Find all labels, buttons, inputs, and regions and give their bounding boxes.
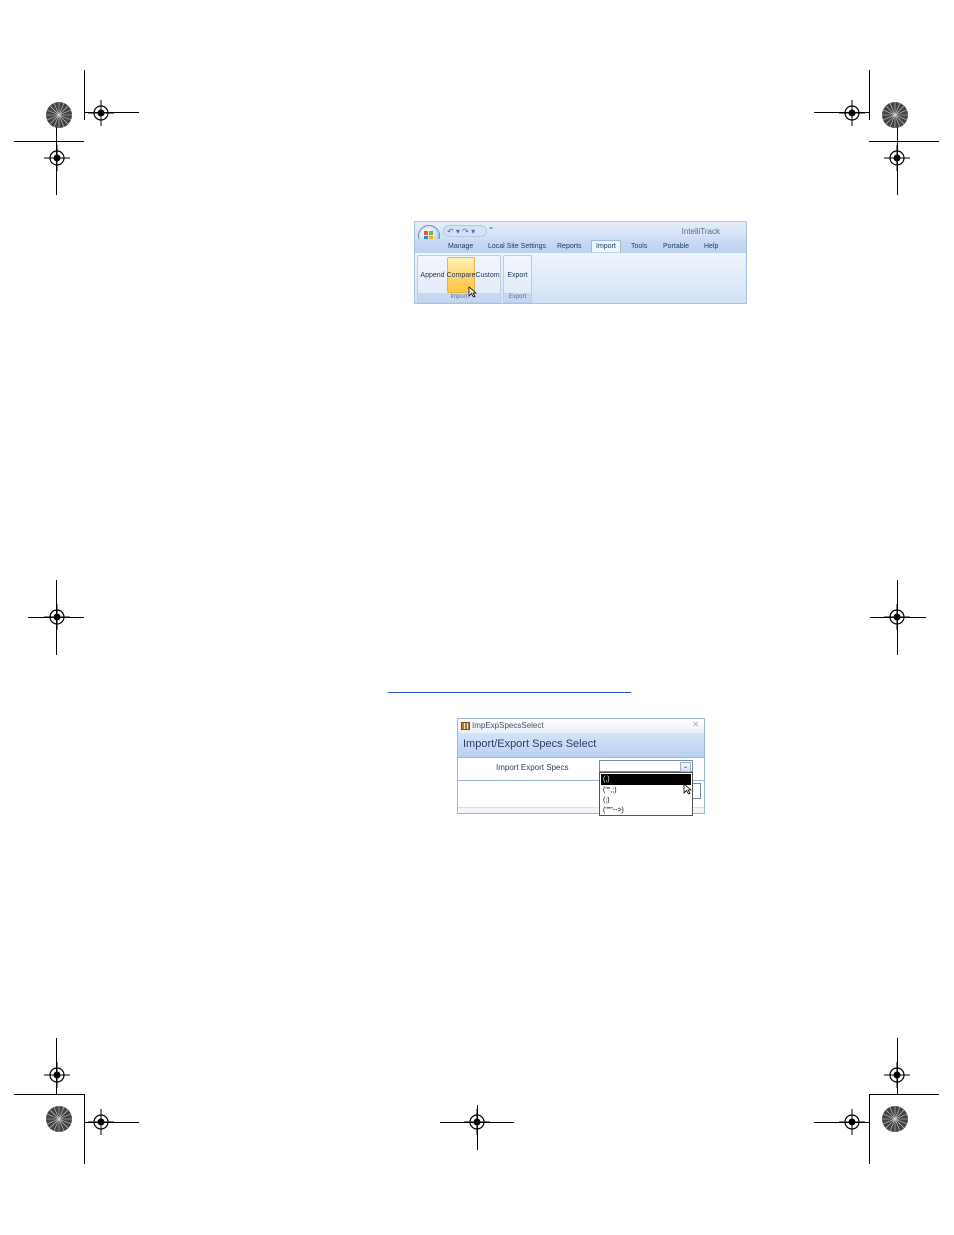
mouse-cursor-icon [683, 782, 693, 800]
tab-portable[interactable]: Portable [663, 241, 689, 252]
dialog-header: Import/Export Specs Select [458, 733, 704, 758]
crop-mark-line [869, 1094, 870, 1164]
crop-mark-line [870, 617, 926, 618]
registration-mark-icon [88, 1109, 114, 1135]
color-bar-target-icon [45, 1105, 73, 1133]
dropdown-option[interactable]: (,) [601, 774, 691, 785]
import-group: Append Compare Custom Import [417, 255, 501, 303]
hyperlink-underline [388, 692, 631, 693]
registration-mark-icon [884, 1062, 910, 1088]
crop-mark-line [869, 70, 870, 120]
custom-button[interactable]: Custom [475, 257, 500, 293]
registration-mark-icon [884, 145, 910, 171]
export-group: Export Export [503, 255, 532, 303]
crop-mark-line [869, 1094, 939, 1095]
ribbon-tabs: Manage Local Site Settings Reports Impor… [415, 239, 746, 253]
color-bar-target-icon [881, 101, 909, 129]
form-icon [461, 722, 470, 730]
dialog-titlebar: ImpExpSpecsSelect ✕ [458, 719, 704, 733]
quick-access-toolbar[interactable]: ↶ ▾ ↷ ▾ [443, 225, 487, 237]
registration-mark-icon [88, 100, 114, 126]
import-export-specs-label: Import Export Specs [496, 763, 569, 772]
ribbon-body: Append Compare Custom Import Export Expo… [415, 253, 746, 303]
tab-import[interactable]: Import [591, 240, 621, 252]
tab-manage[interactable]: Manage [448, 241, 473, 252]
dialog-window-title: ImpExpSpecsSelect [472, 721, 544, 730]
color-bar-target-icon [45, 101, 73, 129]
append-button[interactable]: Append [419, 257, 446, 293]
dialog-heading: Import/Export Specs Select [463, 738, 597, 750]
registration-mark-icon [44, 145, 70, 171]
crop-mark-line [14, 1094, 84, 1095]
close-icon[interactable]: ✕ [692, 720, 699, 729]
registration-mark-icon [839, 1109, 865, 1135]
ribbon-screenshot: ↶ ▾ ↷ ▾ ⁼ IntelliTrack Manage Local Site… [414, 221, 747, 304]
crop-mark-line [14, 141, 84, 142]
export-group-label: Export [504, 293, 531, 302]
tab-reports[interactable]: Reports [557, 241, 582, 252]
export-button[interactable]: Export [505, 257, 530, 293]
chevron-down-icon[interactable]: ⌄ [680, 762, 691, 772]
customize-qat-icon[interactable]: ⁼ [489, 225, 493, 234]
tab-local-site-settings[interactable]: Local Site Settings [488, 241, 546, 252]
ribbon-titlebar: ↶ ▾ ↷ ▾ ⁼ IntelliTrack [415, 222, 746, 239]
tab-tools[interactable]: Tools [631, 241, 647, 252]
crop-mark-line [84, 1094, 85, 1164]
dropdown-option[interactable]: ("""-->) [601, 805, 691, 816]
import-export-specs-combo[interactable]: ⌄ [599, 760, 693, 772]
tab-help[interactable]: Help [704, 241, 718, 252]
crop-mark-line [869, 141, 939, 142]
registration-mark-icon [839, 100, 865, 126]
color-bar-target-icon [881, 1105, 909, 1133]
mouse-cursor-icon [468, 285, 478, 303]
import-group-label: Import [418, 293, 500, 302]
registration-mark-icon [464, 1109, 490, 1135]
specs-dropdown-list: (,) ("",;) (;) ("""-->) [599, 772, 693, 816]
crop-mark-line [28, 617, 84, 618]
registration-mark-icon [44, 1062, 70, 1088]
app-title: IntelliTrack [681, 227, 720, 236]
